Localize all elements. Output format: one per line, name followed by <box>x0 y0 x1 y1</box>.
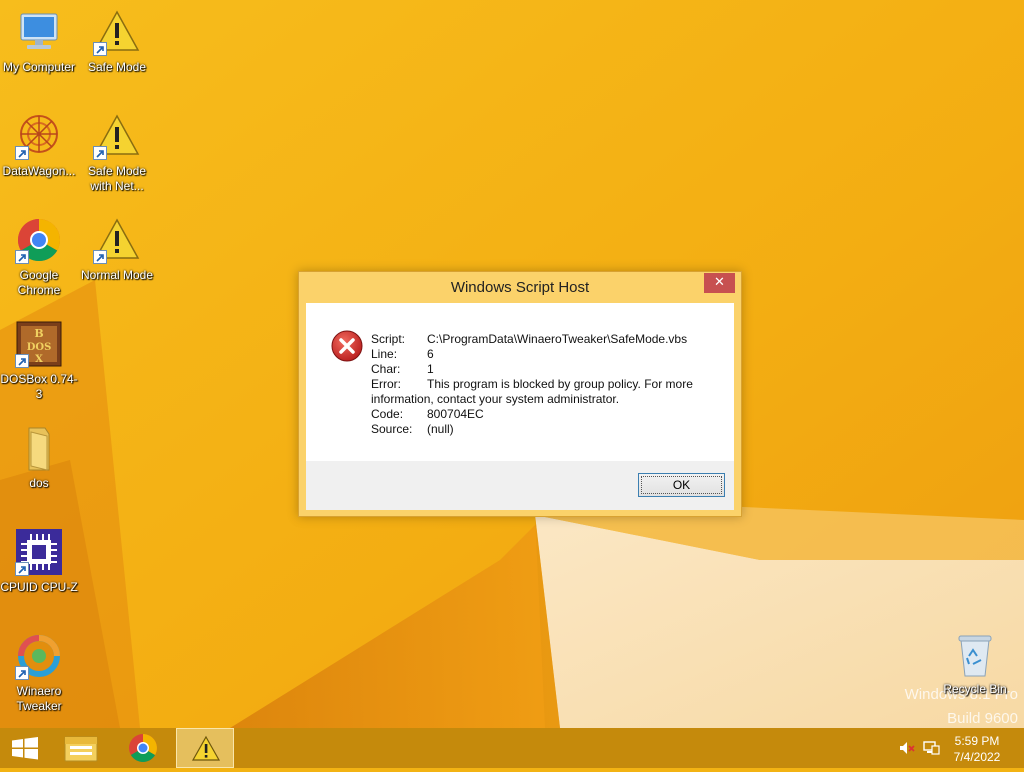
taskbar-file-explorer[interactable] <box>52 728 110 768</box>
shortcut-arrow-icon <box>15 250 29 264</box>
desktop-icon-dos-folder[interactable]: dos <box>0 424 78 491</box>
taskbar-windows-script-host[interactable] <box>176 728 234 768</box>
close-button[interactable]: ✕ <box>704 273 735 293</box>
close-icon: ✕ <box>714 275 725 290</box>
dosbox-icon: B DOS X <box>15 320 63 368</box>
detail-row-error: Error: This program is blocked by group … <box>371 377 711 392</box>
desktop-icon-datawagon[interactable]: DataWagon... <box>0 112 78 179</box>
warning-icon <box>191 735 221 761</box>
chrome-icon <box>15 216 63 264</box>
shortcut-arrow-icon <box>93 42 107 56</box>
watermark-build: Build 9600 <box>947 710 1018 727</box>
shortcut-arrow-icon <box>15 562 29 576</box>
error-details: Script: C:\ProgramData\WinaeroTweaker\Sa… <box>371 332 711 437</box>
detail-value: This program is blocked by group policy.… <box>427 377 693 391</box>
detail-value: (null) <box>427 422 454 436</box>
detail-key: Line: <box>371 347 398 361</box>
desktop-icon-normal-mode[interactable]: Normal Mode <box>78 216 156 283</box>
desktop-icon-dosbox[interactable]: B DOS X DOSBox 0.74-3 <box>0 320 78 402</box>
detail-key: Error: <box>371 377 401 391</box>
dialog-titlebar[interactable]: Windows Script Host ✕ <box>299 272 741 302</box>
desktop-icon-label: Safe Mode <box>87 60 147 74</box>
detail-key: Code: <box>371 407 404 421</box>
shortcut-arrow-icon <box>93 146 107 160</box>
svg-text:X: X <box>35 354 43 365</box>
taskbar-google-chrome[interactable] <box>114 728 172 768</box>
detail-row-code: Code: 800704EC <box>371 407 711 422</box>
taskbar: 5:59 PM 7/4/2022 <box>0 728 1024 768</box>
system-clock[interactable]: 5:59 PM 7/4/2022 <box>942 733 1012 765</box>
desktop-icon-safe-mode-network[interactable]: Safe Mode with Net... <box>78 112 156 194</box>
desktop-icon-google-chrome[interactable]: Google Chrome <box>0 216 78 298</box>
detail-value: 800704EC <box>427 407 484 421</box>
folder-icon <box>15 424 63 472</box>
winaero-tweaker-icon <box>15 632 63 680</box>
shortcut-arrow-icon <box>15 146 29 160</box>
start-button[interactable] <box>0 728 50 768</box>
chrome-icon <box>129 734 157 762</box>
svg-text:B: B <box>34 327 43 340</box>
desktop-icon-label: Google Chrome <box>17 268 61 297</box>
desktop-icon-safe-mode[interactable]: Safe Mode <box>78 8 156 75</box>
cpuz-icon <box>15 528 63 576</box>
desktop-icon-label: dos <box>29 476 49 490</box>
desktop-icon-label: My Computer <box>2 60 76 74</box>
error-icon <box>331 330 363 362</box>
desktop-icon-winaero-tweaker[interactable]: Winaero Tweaker <box>0 632 78 714</box>
detail-row-script: Script: C:\ProgramData\WinaeroTweaker\Sa… <box>371 332 711 347</box>
detail-row-line: Line: 6 <box>371 347 711 362</box>
desktop-icon-label: Recycle Bin <box>943 682 1007 696</box>
clock-date: 7/4/2022 <box>953 750 1001 764</box>
file-explorer-icon <box>64 736 98 762</box>
detail-value: 6 <box>427 347 434 361</box>
desktop-icon-cpuz[interactable]: CPUID CPU-Z <box>0 528 78 595</box>
shortcut-arrow-icon <box>15 666 29 680</box>
svg-text:DOS: DOS <box>27 342 52 353</box>
desktop-icon-label: CPUID CPU-Z <box>0 580 78 594</box>
detail-row-char: Char: 1 <box>371 362 711 377</box>
dialog-client-area: Script: C:\ProgramData\WinaeroTweaker\Sa… <box>306 303 734 510</box>
detail-key: Source: <box>371 422 413 436</box>
desktop-icon-label: Safe Mode with Net... <box>87 164 147 193</box>
warning-icon <box>93 8 141 56</box>
computer-icon <box>15 8 63 56</box>
desktop-icon-label: Winaero Tweaker <box>16 684 62 713</box>
datawagon-icon <box>15 112 63 160</box>
detail-key: Char: <box>371 362 401 376</box>
ok-button[interactable]: OK <box>638 473 725 497</box>
shortcut-arrow-icon <box>93 250 107 264</box>
message-area: Script: C:\ProgramData\WinaeroTweaker\Sa… <box>306 303 734 461</box>
warning-icon <box>93 112 141 160</box>
desktop-icon-label: Normal Mode <box>80 268 154 282</box>
error-continuation: information, contact your system adminis… <box>371 392 620 406</box>
detail-value: 1 <box>427 362 434 376</box>
desktop-icon-my-computer[interactable]: My Computer <box>0 8 78 75</box>
recycle-bin-icon <box>951 630 999 678</box>
dialog-title: Windows Script Host <box>450 279 590 296</box>
windows-script-host-dialog: Windows Script Host ✕ Script: C:\Program… <box>298 271 742 517</box>
clock-time: 5:59 PM <box>954 734 1000 748</box>
volume-muted-icon[interactable] <box>898 740 916 756</box>
detail-value: C:\ProgramData\WinaeroTweaker\SafeMode.v… <box>427 332 688 346</box>
detail-key: Script: <box>371 332 406 346</box>
network-icon[interactable] <box>922 740 940 756</box>
warning-icon <box>93 216 141 264</box>
detail-row-source: Source: (null) <box>371 422 711 437</box>
shortcut-arrow-icon <box>15 354 29 368</box>
windows-logo-icon <box>12 737 38 760</box>
desktop-icon-label: DOSBox 0.74-3 <box>0 372 78 401</box>
desktop-icon-recycle-bin[interactable]: Recycle Bin <box>936 630 1014 697</box>
desktop-icon-label: DataWagon... <box>2 164 76 178</box>
